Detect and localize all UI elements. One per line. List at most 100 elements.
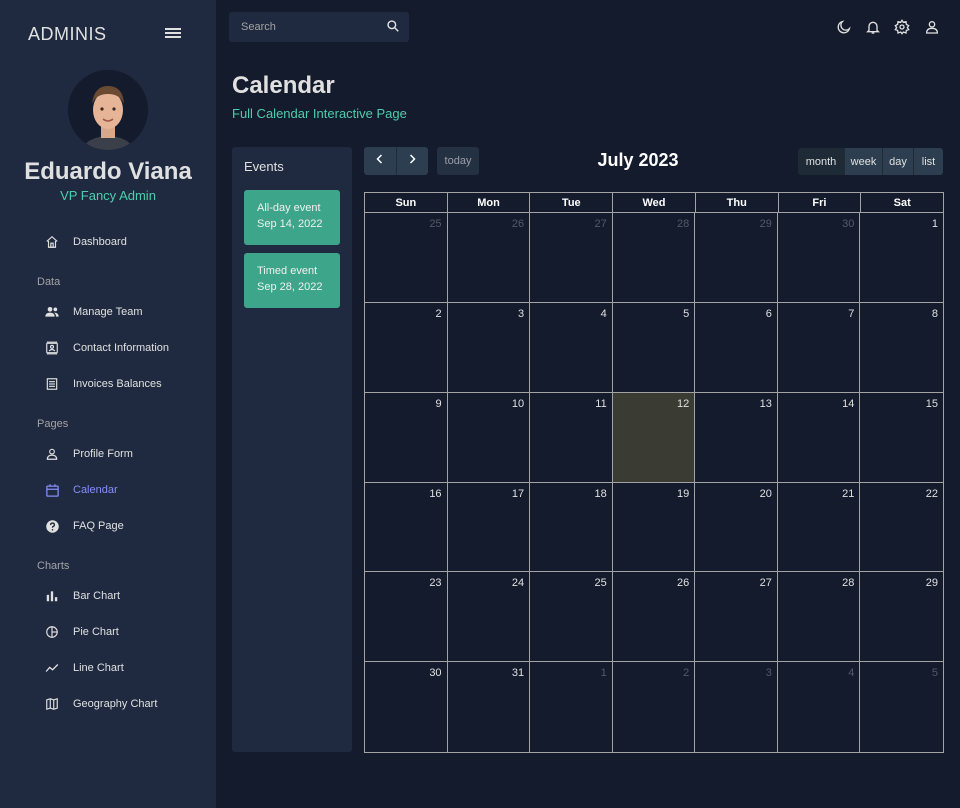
day-cell[interactable]: 3 [695, 662, 778, 752]
day-number[interactable]: 19 [677, 488, 689, 500]
day-cell[interactable]: 23 [365, 572, 448, 663]
sidebar-item-dashboard[interactable]: Dashboard [0, 227, 216, 257]
day-cell[interactable]: 30 [365, 662, 448, 752]
day-number[interactable]: 24 [512, 577, 524, 589]
search-input[interactable] [241, 19, 381, 35]
day-cell[interactable]: 21 [777, 482, 861, 573]
sidebar-item-manage-team[interactable]: Manage Team [0, 297, 216, 327]
day-cell[interactable]: 27 [530, 213, 613, 303]
prev-button[interactable] [364, 147, 396, 175]
day-cell[interactable]: 3 [447, 302, 531, 393]
day-cell[interactable]: 2 [613, 662, 696, 752]
day-cell[interactable]: 6 [695, 302, 778, 393]
day-number[interactable]: 2 [683, 667, 689, 679]
day-number[interactable]: 13 [760, 398, 772, 410]
view-day-button[interactable]: day [882, 148, 913, 175]
day-number[interactable]: 5 [683, 308, 689, 320]
day-cell[interactable]: 31 [448, 662, 531, 752]
day-cell[interactable]: 2 [365, 302, 448, 393]
day-number[interactable]: 27 [594, 218, 606, 230]
sidebar-item-bar-chart[interactable]: Bar Chart [0, 581, 216, 611]
settings-icon[interactable] [894, 19, 910, 35]
day-number[interactable]: 28 [842, 577, 854, 589]
day-cell[interactable]: 24 [447, 572, 531, 663]
day-cell[interactable]: 18 [530, 482, 613, 573]
day-cell[interactable]: 4 [530, 302, 613, 393]
day-cell[interactable]: 8 [860, 303, 943, 393]
dark-mode-icon[interactable] [836, 19, 852, 35]
day-cell[interactable]: 28 [777, 572, 861, 663]
day-cell[interactable]: 27 [695, 572, 778, 663]
day-cell[interactable]: 22 [860, 483, 943, 573]
user-icon[interactable] [924, 19, 940, 35]
day-number[interactable]: 25 [429, 218, 441, 230]
day-number[interactable]: 30 [429, 667, 441, 679]
day-cell[interactable]: 25 [365, 213, 448, 303]
sidebar-item-geography-chart[interactable]: Geography Chart [0, 689, 216, 719]
day-cell[interactable]: 14 [777, 392, 861, 483]
day-cell[interactable]: 4 [778, 662, 861, 752]
view-week-button[interactable]: week [844, 148, 882, 175]
day-number[interactable]: 6 [766, 308, 772, 320]
day-cell[interactable]: 15 [860, 393, 943, 483]
day-cell[interactable]: 19 [612, 482, 696, 573]
day-cell[interactable]: 9 [365, 392, 448, 483]
day-cell[interactable]: 26 [612, 572, 696, 663]
day-cell[interactable]: 1 [860, 213, 943, 303]
day-number[interactable]: 20 [760, 488, 772, 500]
day-number[interactable]: 22 [926, 488, 938, 500]
day-cell[interactable]: 13 [695, 392, 778, 483]
day-cell[interactable]: 29 [860, 572, 943, 663]
sidebar-item-calendar[interactable]: Calendar [0, 475, 216, 505]
day-number[interactable]: 14 [842, 398, 854, 410]
day-number[interactable]: 27 [760, 577, 772, 589]
event-item[interactable]: All-day event Sep 14, 2022 [244, 190, 340, 245]
notifications-icon[interactable] [865, 19, 881, 35]
view-month-button[interactable]: month [798, 148, 844, 175]
day-number[interactable]: 9 [435, 398, 441, 410]
sidebar-item-pie-chart[interactable]: Pie Chart [0, 617, 216, 647]
day-cell[interactable]: 17 [447, 482, 531, 573]
day-number[interactable]: 21 [842, 488, 854, 500]
day-number[interactable]: 26 [512, 218, 524, 230]
menu-toggle-icon[interactable] [164, 26, 182, 42]
day-cell[interactable]: 28 [612, 213, 696, 303]
sidebar-item-contact-information[interactable]: Contact Information [0, 333, 216, 363]
day-number[interactable]: 1 [932, 218, 938, 230]
day-cell[interactable]: 16 [365, 482, 448, 573]
day-cell[interactable]: 25 [530, 572, 613, 663]
day-number[interactable]: 5 [932, 667, 938, 679]
event-item[interactable]: Timed event Sep 28, 2022 [244, 253, 340, 308]
day-number[interactable]: 3 [518, 308, 524, 320]
day-number[interactable]: 7 [848, 308, 854, 320]
sidebar-item-line-chart[interactable]: Line Chart [0, 653, 216, 683]
day-number[interactable]: 2 [435, 308, 441, 320]
day-cell[interactable]: 12 [612, 392, 696, 483]
day-number[interactable]: 1 [601, 667, 607, 679]
day-cell[interactable]: 20 [695, 482, 778, 573]
day-number[interactable]: 10 [512, 398, 524, 410]
day-number[interactable]: 31 [512, 667, 524, 679]
day-number[interactable]: 8 [932, 308, 938, 320]
day-cell[interactable]: 5 [612, 302, 696, 393]
day-cell[interactable]: 11 [530, 392, 613, 483]
day-cell[interactable]: 10 [447, 392, 531, 483]
day-number[interactable]: 25 [594, 577, 606, 589]
day-cell[interactable]: 26 [447, 213, 531, 303]
sidebar-item-faq[interactable]: FAQ Page [0, 511, 216, 541]
day-number[interactable]: 26 [677, 577, 689, 589]
day-number[interactable]: 11 [595, 398, 606, 410]
search-icon[interactable] [386, 19, 402, 35]
day-cell[interactable]: 30 [777, 213, 861, 303]
day-number[interactable]: 18 [594, 488, 606, 500]
day-number[interactable]: 29 [760, 218, 772, 230]
day-cell[interactable]: 7 [777, 302, 861, 393]
day-number[interactable]: 4 [848, 667, 854, 679]
day-cell[interactable]: 5 [860, 662, 943, 752]
day-cell[interactable]: 1 [530, 662, 613, 752]
day-number[interactable]: 16 [429, 488, 441, 500]
day-number[interactable]: 15 [926, 398, 938, 410]
sidebar-item-invoices-balances[interactable]: Invoices Balances [0, 369, 216, 399]
day-number[interactable]: 28 [677, 218, 689, 230]
day-number[interactable]: 12 [677, 398, 689, 410]
